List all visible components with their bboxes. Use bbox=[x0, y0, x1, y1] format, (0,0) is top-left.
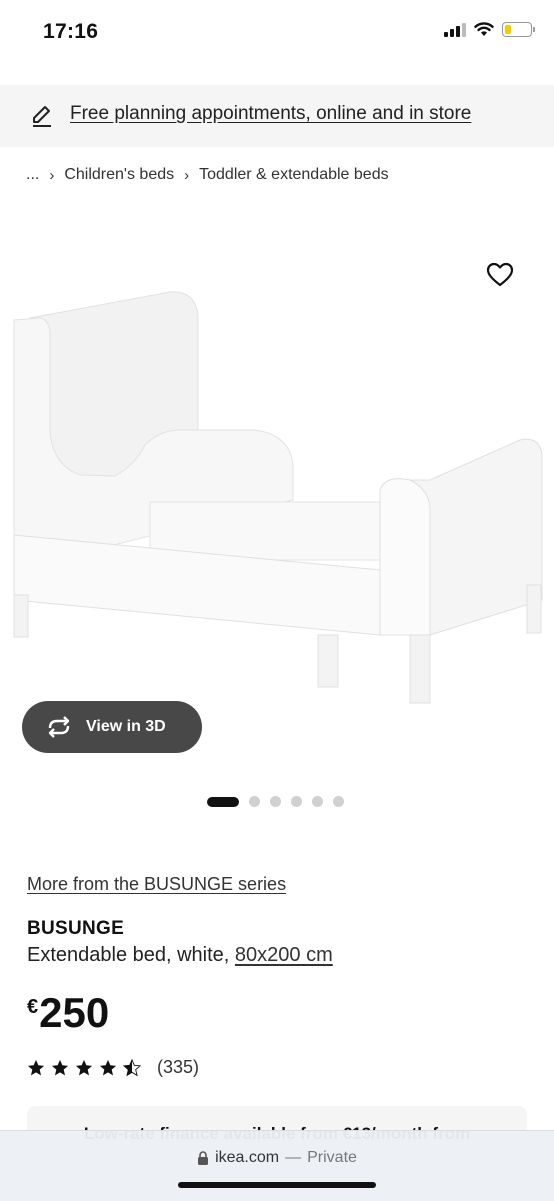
lock-icon bbox=[198, 1151, 209, 1165]
view-in-3d-button[interactable]: View in 3D bbox=[22, 701, 202, 753]
carousel-dot[interactable] bbox=[312, 796, 323, 807]
url-bar[interactable]: ikea.com — Private bbox=[0, 1130, 554, 1201]
url-separator: — bbox=[285, 1149, 302, 1166]
home-indicator[interactable] bbox=[178, 1182, 376, 1188]
status-bar: 17:16 bbox=[0, 0, 554, 70]
star-icon bbox=[27, 1059, 45, 1075]
cellular-signal-icon bbox=[444, 22, 466, 37]
series-link[interactable]: More from the BUSUNGE series bbox=[27, 874, 286, 895]
breadcrumb: ... › Children's beds › Toddler & extend… bbox=[26, 166, 389, 184]
price-value: 250 bbox=[39, 989, 110, 1036]
planning-banner-link[interactable]: Free planning appointments, online and i… bbox=[70, 103, 471, 125]
wifi-icon bbox=[474, 22, 494, 36]
battery-level bbox=[505, 25, 511, 34]
carousel-dot[interactable] bbox=[249, 796, 260, 807]
heart-icon[interactable] bbox=[486, 262, 514, 288]
chevron-right-icon: › bbox=[184, 166, 190, 184]
carousel-dot[interactable] bbox=[333, 796, 344, 807]
url-domain: ikea.com bbox=[215, 1149, 280, 1166]
product-price: € 250 bbox=[27, 990, 109, 1036]
product-name: BUSUNGE bbox=[27, 918, 125, 939]
breadcrumb-ellipsis[interactable]: ... bbox=[26, 166, 39, 184]
private-mode-label: Private bbox=[307, 1149, 357, 1166]
product-size-link[interactable]: 80x200 cm bbox=[235, 944, 333, 966]
price-currency: € bbox=[27, 996, 39, 1018]
star-icon bbox=[75, 1059, 93, 1075]
star-icon bbox=[51, 1059, 69, 1075]
carousel-dot[interactable] bbox=[291, 796, 302, 807]
pencil-icon bbox=[33, 106, 51, 127]
carousel-dot[interactable] bbox=[207, 796, 239, 807]
product-rating[interactable]: (335) bbox=[27, 1057, 199, 1078]
rating-count: (335) bbox=[157, 1057, 200, 1077]
url-row: ikea.com — Private bbox=[0, 1149, 554, 1167]
view-in-3d-label: View in 3D bbox=[86, 718, 166, 735]
breadcrumb-toddler-beds[interactable]: Toddler & extendable beds bbox=[199, 166, 388, 184]
carousel-dot[interactable] bbox=[270, 796, 281, 807]
status-icons bbox=[444, 22, 535, 37]
chevron-right-icon: › bbox=[49, 166, 55, 184]
product-description-text: Extendable bed, white, bbox=[27, 944, 235, 966]
star-icon bbox=[99, 1059, 117, 1075]
product-description: Extendable bed, white, 80x200 cm bbox=[27, 944, 333, 967]
rating-stars bbox=[27, 1058, 141, 1077]
planning-banner[interactable]: Free planning appointments, online and i… bbox=[0, 85, 554, 147]
carousel-dots bbox=[207, 796, 344, 807]
rotate-arrows-icon bbox=[48, 716, 70, 738]
battery-icon bbox=[502, 22, 535, 37]
status-time: 17:16 bbox=[43, 20, 99, 43]
product-image[interactable] bbox=[0, 240, 554, 710]
breadcrumb-childrens-beds[interactable]: Children's beds bbox=[64, 166, 174, 184]
star-half-icon bbox=[123, 1058, 141, 1076]
